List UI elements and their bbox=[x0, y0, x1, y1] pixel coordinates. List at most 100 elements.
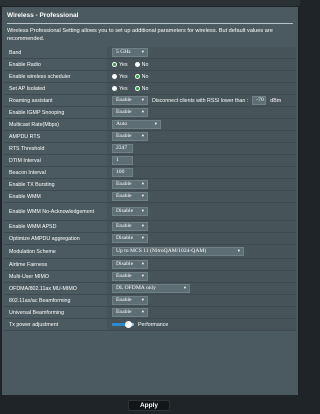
chevron-down-icon: ▾ bbox=[141, 236, 144, 241]
dtim-label: DTIM Interval bbox=[4, 155, 107, 166]
beamforming-univ-label: Universal Beamforming bbox=[4, 307, 107, 318]
mu-mimo-select[interactable]: Enable ▾ bbox=[112, 272, 148, 281]
chevron-down-icon: ▾ bbox=[141, 182, 144, 187]
wmm-no-ack-select[interactable]: Disable ▾ bbox=[112, 207, 148, 216]
modulation-label: Modulation Scheme bbox=[4, 245, 107, 258]
beacon-input[interactable]: 100 bbox=[112, 168, 133, 177]
ap-isolated-label: Set AP Isolated bbox=[4, 83, 107, 94]
row-wireless-scheduler: Enable wireless scheduler Yes No bbox=[4, 71, 296, 83]
chevron-down-icon: ▾ bbox=[141, 298, 144, 303]
radio-unselected-icon bbox=[112, 74, 117, 79]
chevron-down-icon: ▾ bbox=[141, 110, 144, 115]
row-enable-radio: Enable Radio Yes No bbox=[4, 59, 296, 71]
tx-bursting-select[interactable]: Enable ▾ bbox=[112, 180, 148, 189]
beamforming-ac-select[interactable]: Enable ▾ bbox=[112, 296, 148, 305]
scheduler-label: Enable wireless scheduler bbox=[4, 71, 107, 82]
radio-selected-icon bbox=[134, 74, 140, 79]
tx-power-value: Performance bbox=[138, 321, 169, 328]
igmp-select[interactable]: Enable ▾ bbox=[112, 108, 148, 117]
chevron-down-icon: ▾ bbox=[141, 209, 144, 214]
settings-table: Band 5 GHz ▾ Enable Radio Yes No Enable w… bbox=[4, 47, 296, 331]
band-select[interactable]: 5 GHz ▾ bbox=[112, 48, 148, 57]
row-ampdu-rts: AMPDU RTS Enable ▾ bbox=[4, 131, 296, 143]
chevron-down-icon: ▾ bbox=[154, 122, 157, 127]
beamforming-univ-select[interactable]: Enable ▾ bbox=[112, 308, 148, 317]
airtime-label: Airtime Fairness bbox=[4, 259, 107, 270]
airtime-select[interactable]: Disable ▾ bbox=[112, 260, 148, 269]
band-label: Band bbox=[4, 47, 107, 58]
multicast-select[interactable]: Auto ▾ bbox=[112, 120, 161, 129]
row-wmm-apsd: Enable WMM APSD Enable ▾ bbox=[4, 221, 296, 233]
chevron-down-icon: ▾ bbox=[141, 262, 144, 267]
wmm-apsd-select[interactable]: Enable ▾ bbox=[112, 222, 148, 231]
row-airtime-fairness: Airtime Fairness Disable ▾ bbox=[4, 259, 296, 271]
rts-threshold-input[interactable]: 2347 bbox=[112, 144, 133, 153]
scheduler-no[interactable]: No bbox=[134, 74, 148, 80]
wmm-apsd-label: Enable WMM APSD bbox=[4, 221, 107, 232]
multicast-label: Multicast Rate(Mbps) bbox=[4, 119, 107, 130]
radio-selected-icon bbox=[112, 62, 117, 67]
radio-unselected-icon bbox=[134, 62, 140, 67]
beamforming-ac-label: 802.11ax/ac Beamforming bbox=[4, 295, 107, 306]
roaming-label: Roaming assistant bbox=[4, 95, 107, 106]
row-band: Band 5 GHz ▾ bbox=[4, 47, 296, 59]
radio-selected-icon bbox=[134, 86, 140, 91]
roaming-select[interactable]: Enable ▾ bbox=[112, 96, 148, 105]
row-ap-isolated: Set AP Isolated Yes No bbox=[4, 83, 296, 95]
rssi-description: Disconnect clients with RSSI lower than … bbox=[152, 97, 249, 104]
row-ax-ac-beamforming: 802.11ax/ac Beamforming Enable ▾ bbox=[4, 295, 296, 307]
beacon-label: Beacon Interval bbox=[4, 167, 107, 178]
chevron-down-icon: ▾ bbox=[141, 274, 144, 279]
row-ampdu-aggregation: Optimize AMPDU aggregation Disable ▾ bbox=[4, 233, 296, 245]
ofdma-select[interactable]: DL OFDMA only ▾ bbox=[112, 284, 190, 293]
chevron-down-icon: ▾ bbox=[141, 194, 144, 199]
ampdu-rts-label: AMPDU RTS bbox=[4, 131, 107, 142]
ampdu-agg-select[interactable]: Disable ▾ bbox=[112, 234, 148, 243]
chevron-down-icon: ▾ bbox=[141, 50, 144, 55]
tx-power-slider[interactable] bbox=[112, 321, 134, 328]
row-wmm-no-ack: Enable WMM No-Acknowledgement Disable ▾ bbox=[4, 203, 296, 221]
modulation-select[interactable]: Up to MCS 11 (NitroQAM/1024-QAM) ▾ bbox=[112, 247, 244, 256]
row-modulation-scheme: Modulation Scheme Up to MCS 11 (NitroQAM… bbox=[4, 245, 296, 259]
mu-mimo-label: Multi-User MIMO bbox=[4, 271, 107, 282]
row-beacon-interval: Beacon Interval 100 bbox=[4, 167, 296, 179]
row-igmp-snooping: Enable IGMP Snooping Enable ▾ bbox=[4, 107, 296, 119]
chevron-down-icon: ▾ bbox=[141, 134, 144, 139]
row-tx-power: Tx power adjustment Performance bbox=[4, 319, 296, 331]
ofdma-label: OFDMA/802.11ax MU-MIMO bbox=[4, 283, 107, 294]
ap-isolated-yes[interactable]: Yes bbox=[112, 86, 128, 92]
ap-isolated-no[interactable]: No bbox=[134, 86, 148, 92]
tx-power-slider-handle[interactable] bbox=[125, 321, 132, 328]
top-bar bbox=[0, 0, 300, 6]
row-rts-threshold: RTS Threshold 2347 bbox=[4, 143, 296, 155]
wmm-label: Enable WMM bbox=[4, 191, 107, 202]
row-multi-user-mimo: Multi-User MIMO Enable ▾ bbox=[4, 271, 296, 283]
chevron-down-icon: ▾ bbox=[141, 310, 144, 315]
chevron-down-icon: ▾ bbox=[141, 98, 144, 103]
row-tx-bursting: Enable TX Bursting Enable ▾ bbox=[4, 179, 296, 191]
ampdu-agg-label: Optimize AMPDU aggregation bbox=[4, 233, 107, 244]
row-roaming-assistant: Roaming assistant Enable ▾ Disconnect cli… bbox=[4, 95, 296, 107]
tx-bursting-label: Enable TX Bursting bbox=[4, 179, 107, 190]
enable-radio-no[interactable]: No bbox=[134, 62, 148, 68]
ampdu-rts-select[interactable]: Enable ▾ bbox=[112, 132, 148, 141]
rssi-input[interactable]: -70 bbox=[252, 96, 267, 105]
enable-radio-yes[interactable]: Yes bbox=[112, 62, 128, 68]
row-multicast-rate: Multicast Rate(Mbps) Auto ▾ bbox=[4, 119, 296, 131]
settings-panel: Wireless - Professional Wireless Profess… bbox=[2, 7, 298, 395]
page-description: Wireless Professional Setting allows you… bbox=[7, 28, 273, 42]
row-dtim-interval: DTIM Interval 1 bbox=[4, 155, 296, 167]
wmm-select[interactable]: Enable ▾ bbox=[112, 192, 148, 201]
row-enable-wmm: Enable WMM Enable ▾ bbox=[4, 191, 296, 203]
rssi-unit: dBm bbox=[270, 97, 282, 104]
tx-power-label: Tx power adjustment bbox=[4, 319, 107, 330]
rts-threshold-label: RTS Threshold bbox=[4, 143, 107, 154]
scheduler-yes[interactable]: Yes bbox=[112, 74, 128, 80]
apply-button[interactable]: Apply bbox=[128, 400, 170, 411]
chevron-down-icon: ▾ bbox=[183, 286, 186, 291]
chevron-down-icon: ▾ bbox=[237, 249, 240, 254]
enable-radio-label: Enable Radio bbox=[4, 59, 107, 70]
row-universal-beamforming: Universal Beamforming Enable ▾ bbox=[4, 307, 296, 319]
dtim-input[interactable]: 1 bbox=[112, 156, 133, 165]
title-divider bbox=[7, 23, 293, 24]
